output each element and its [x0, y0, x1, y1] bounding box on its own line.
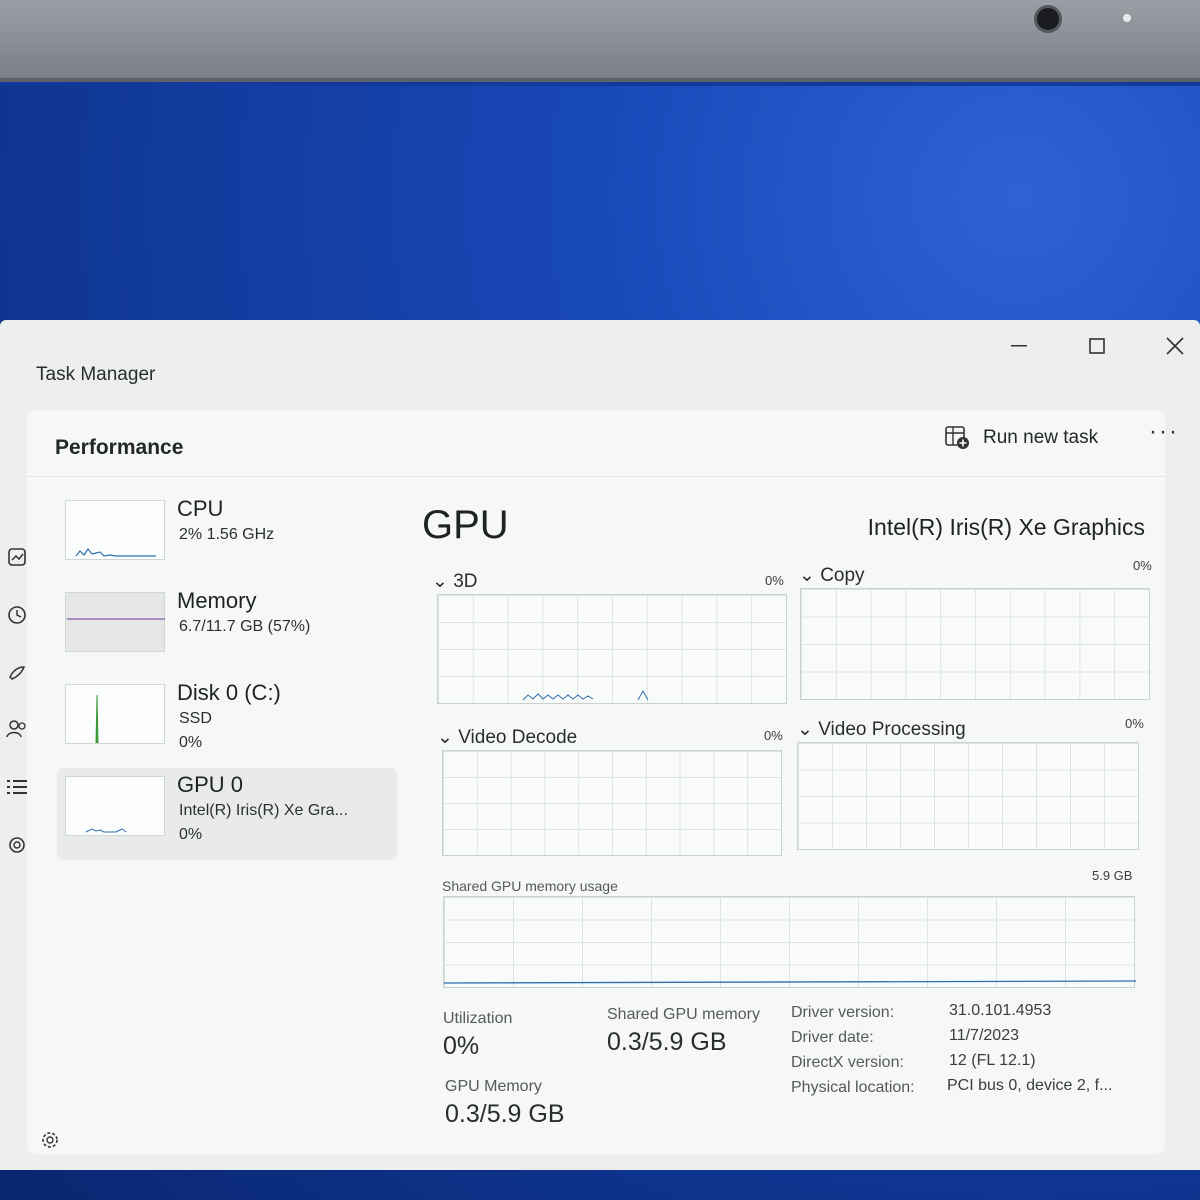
minimize-icon: [1011, 345, 1027, 347]
detail-title: GPU: [422, 503, 509, 547]
chevron-down-icon: ⌄: [437, 727, 453, 748]
device-name: Disk 0 (C:): [177, 680, 281, 705]
graph-video-decode: [442, 750, 782, 856]
driver-version-label: Driver version:: [791, 1004, 895, 1021]
directx-version-value: 12 (FL 12.1): [949, 1052, 1036, 1069]
performance-panel: Performance Run new task ··· CPU 2% 1.56: [27, 410, 1177, 1154]
device-name: GPU 0: [177, 772, 244, 797]
page-title: Performance: [55, 436, 184, 459]
shared-gpu-memory-value: 0.3/5.9 GB: [607, 1028, 727, 1056]
device-stats: 2% 1.56 GHz: [179, 526, 275, 543]
close-button[interactable]: [1152, 328, 1198, 364]
chevron-down-icon: ⌄: [797, 719, 813, 740]
minimize-button[interactable]: [996, 328, 1042, 364]
device-item-gpu[interactable]: GPU 0 Intel(R) Iris(R) Xe Gra... 0%: [57, 768, 397, 860]
graph-3d-max: 0%: [765, 573, 784, 588]
device-stats: 6.7/11.7 GB (57%): [179, 618, 311, 635]
physical-location-value: PCI bus 0, device 2, f...: [947, 1077, 1113, 1094]
more-options-button[interactable]: ···: [1149, 418, 1179, 446]
graph-shared-gpu-memory: [443, 896, 1137, 988]
cpu-thumbnail-graph: [65, 500, 165, 560]
webcam: [1034, 5, 1062, 33]
gear-icon: [42, 1132, 58, 1148]
utilization-label: Utilization: [443, 1010, 513, 1027]
maximize-icon: [1089, 338, 1105, 354]
graph-selector-copy[interactable]: ⌄ Copy: [799, 564, 865, 587]
chevron-down-icon: ⌄: [799, 565, 815, 586]
device-name: CPU: [177, 496, 224, 521]
run-task-icon: [945, 426, 969, 449]
task-manager-window: Task Manager Performance Run new task ··…: [0, 320, 1200, 1170]
gpu-memory-label: GPU Memory: [445, 1078, 542, 1095]
driver-version-value: 31.0.101.4953: [949, 1002, 1052, 1019]
utilization-value: 0%: [443, 1032, 480, 1060]
gpu-thumbnail-graph: [65, 776, 165, 836]
physical-location-label: Physical location:: [791, 1079, 915, 1096]
memory-thumbnail-graph: [65, 592, 165, 652]
graph-3d: [437, 594, 787, 704]
graph-video-processing: [797, 742, 1139, 850]
close-icon: [1166, 337, 1184, 355]
graph-video-decode-max: 0%: [764, 728, 783, 743]
device-name: Memory: [177, 588, 257, 613]
graph-copy: [800, 588, 1150, 700]
device-type: SSD: [179, 710, 212, 727]
maximize-button[interactable]: [1074, 328, 1120, 364]
chevron-down-icon: ⌄: [432, 571, 448, 592]
device-item-cpu[interactable]: CPU 2% 1.56 GHz: [57, 492, 397, 584]
graph-selector-video-decode[interactable]: ⌄ Video Decode: [437, 726, 577, 749]
shared-memory-graph-max: 5.9 GB: [1092, 868, 1133, 883]
disk-thumbnail-graph: [65, 684, 165, 744]
header-divider: [27, 476, 1165, 477]
graph-selector-3d[interactable]: ⌄ 3D: [432, 570, 478, 593]
gpu-memory-value: 0.3/5.9 GB: [445, 1100, 565, 1128]
device-usage: 0%: [179, 734, 203, 751]
desktop-background: Task Manager Performance Run new task ··…: [0, 86, 1200, 1200]
gpu-model-name: Intel(R) Iris(R) Xe Graphics: [867, 514, 1145, 540]
device-usage: 0%: [179, 826, 203, 843]
driver-date-label: Driver date:: [791, 1029, 874, 1046]
settings-button[interactable]: [38, 1128, 62, 1152]
driver-date-value: 11/7/2023: [949, 1027, 1019, 1044]
laptop-bezel: [0, 0, 1200, 82]
directx-version-label: DirectX version:: [791, 1054, 904, 1071]
camera-indicator-light: [1123, 14, 1131, 22]
shared-gpu-memory-label: Shared GPU memory: [607, 1006, 760, 1023]
run-new-task-label: Run new task: [983, 427, 1099, 448]
device-item-disk[interactable]: Disk 0 (C:) SSD 0%: [57, 676, 397, 768]
run-new-task-button[interactable]: Run new task: [945, 420, 1098, 456]
graph-video-processing-max: 0%: [1125, 716, 1144, 731]
device-model: Intel(R) Iris(R) Xe Gra...: [179, 802, 348, 819]
graph-selector-video-processing[interactable]: ⌄ Video Processing: [797, 718, 966, 741]
graph-copy-max: 0%: [1133, 558, 1152, 573]
device-item-memory[interactable]: Memory 6.7/11.7 GB (57%): [57, 584, 397, 676]
shared-memory-graph-label: Shared GPU memory usage: [442, 878, 618, 894]
window-title: Task Manager: [36, 364, 156, 385]
